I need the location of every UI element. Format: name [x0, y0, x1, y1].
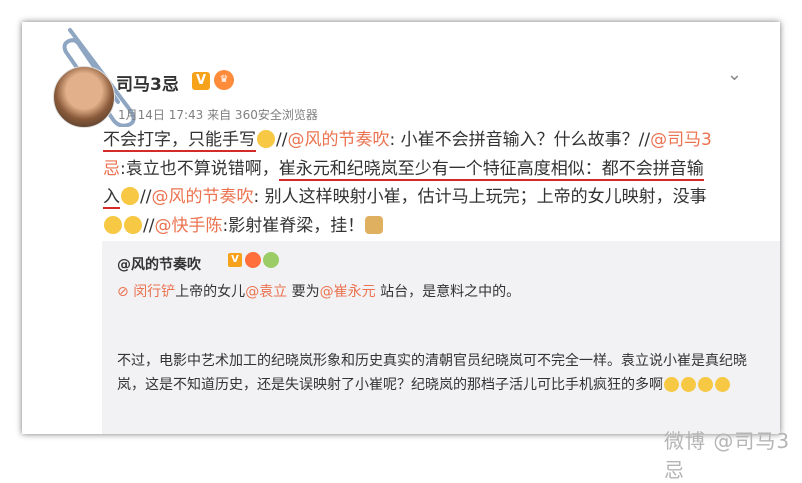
emoji-icon	[715, 377, 730, 392]
mention-link[interactable]: @风的节奏吹	[287, 130, 389, 150]
quoted-line: ⊘ 闵行铲上帝的女儿@袁立 要为@崔永元 站台，是意料之中的。	[117, 284, 521, 300]
mention-link[interactable]: 闵行铲	[133, 284, 175, 300]
emoji-icon	[257, 130, 275, 148]
quoted-paragraph: 不过，电影中艺术加工的纪晓岚形象和历史真实的清朝官员纪晓岚可不完全一样。袁立说小…	[117, 353, 747, 393]
emoji-icon	[104, 215, 122, 234]
link-icon: ⊘	[117, 284, 134, 300]
mention-link[interactable]: @崔永元	[320, 284, 376, 300]
post-username[interactable]: 司马3忌	[116, 70, 179, 95]
quoted-author[interactable]: @风的节奏吹	[117, 254, 201, 274]
badge-icon	[245, 252, 261, 268]
emoji-icon	[121, 187, 139, 205]
emoji-icon	[681, 377, 696, 392]
post-body: 不会打字，只能手写//@风的节奏吹: 小崔不会拼音输入？什么故事？//@司马3 …	[103, 130, 712, 236]
underlined-text: 不会打字，只能手写	[103, 130, 256, 152]
emoji-icon	[698, 377, 713, 392]
mention-link[interactable]: @风的节奏吹	[151, 187, 253, 207]
mention-link[interactable]: @袁立	[245, 284, 287, 300]
badge-icon	[263, 252, 279, 268]
mention-link[interactable]: 忌	[103, 159, 120, 179]
post-timestamp: 1月14日 17:43 来自 360安全浏览器	[118, 108, 318, 122]
watermark: 微博 @司马3忌	[664, 429, 791, 482]
underlined-text: 崔永元和纪晓岚至少有一个特征高度相似：都不会拼音输	[278, 158, 704, 181]
emoji-icon	[664, 377, 679, 392]
verified-badge-icon: V	[228, 253, 242, 267]
chevron-down-icon[interactable]: ⌄	[727, 64, 742, 85]
crown-icon: ♛	[214, 70, 234, 90]
mention-link[interactable]: @快手陈	[154, 216, 222, 236]
avatar[interactable]	[53, 66, 115, 128]
weibo-post-card: 司马3忌 V ♛ ⌄ 1月14日 17:43 来自 360安全浏览器 不会打字，…	[22, 22, 780, 434]
emoji-icon	[124, 215, 142, 234]
verified-badge-icon: V	[192, 72, 210, 90]
emoji-icon	[365, 215, 384, 234]
mention-link[interactable]: @司马3	[650, 130, 712, 150]
underlined-text: 入	[103, 187, 120, 209]
quoted-post[interactable]: @风的节奏吹 V ⊘ 闵行铲上帝的女儿@袁立 要为@崔永元 站台，是意料之中的。…	[102, 241, 780, 434]
